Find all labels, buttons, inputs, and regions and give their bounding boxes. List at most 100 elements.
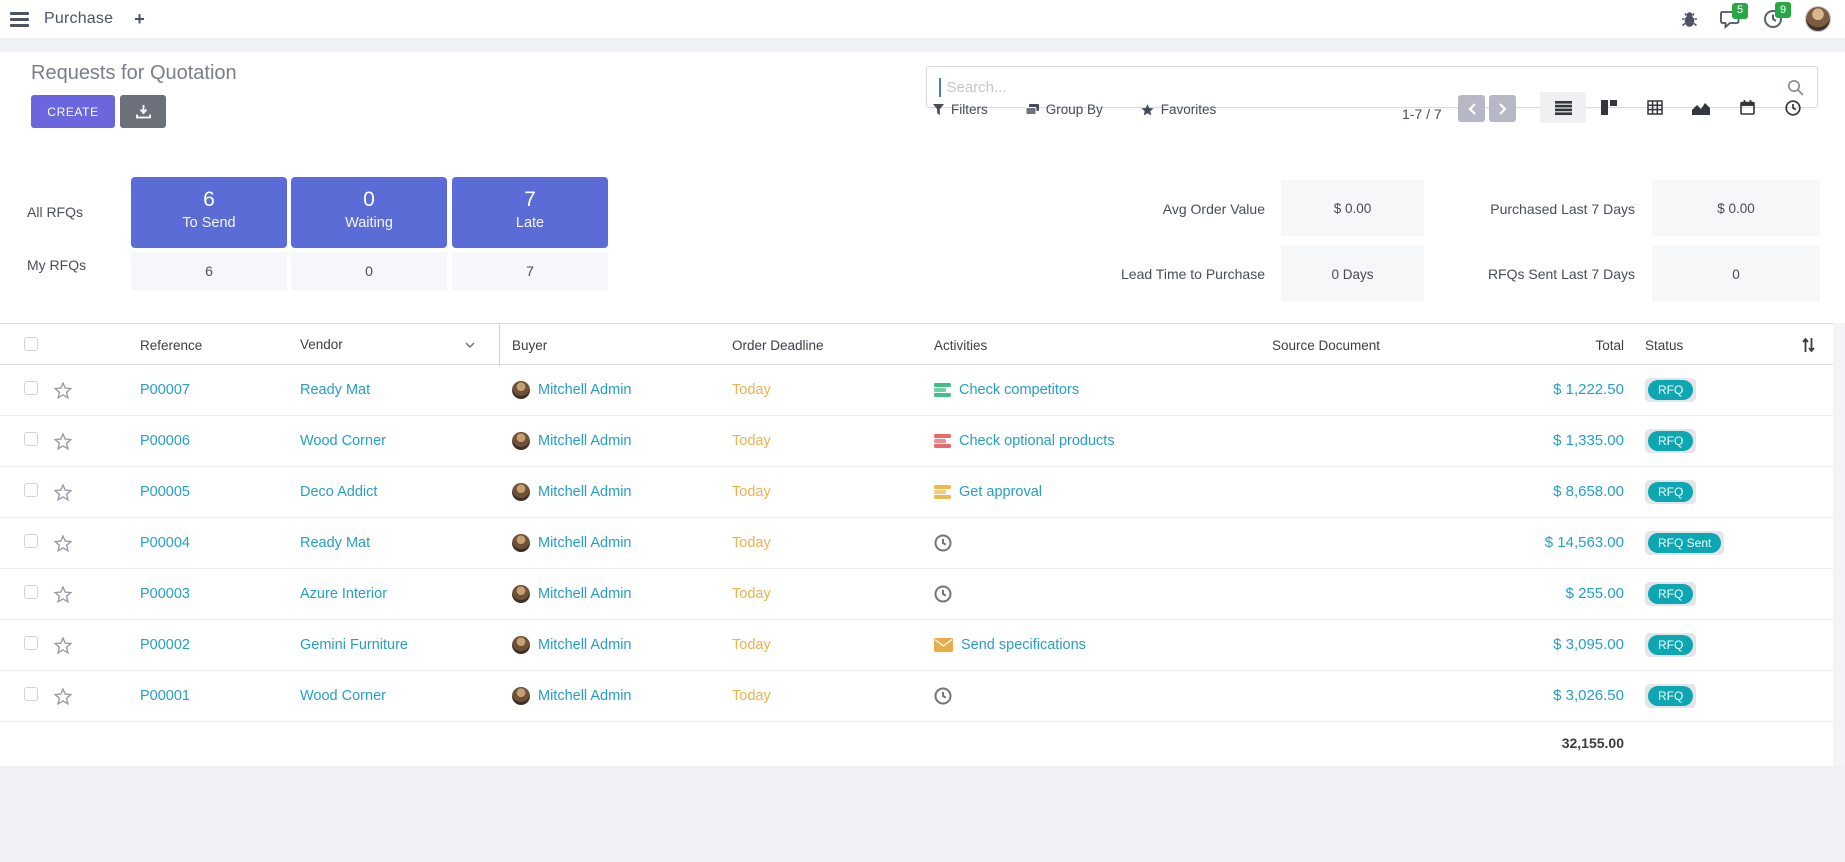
activity-tasks-icon[interactable] xyxy=(934,383,951,397)
plus-icon[interactable]: + xyxy=(134,10,145,28)
vendor-link[interactable]: Deco Addict xyxy=(300,484,377,500)
kanban-view-icon xyxy=(1601,100,1617,115)
favorite-star-icon[interactable] xyxy=(54,586,72,603)
buyer-link[interactable]: Mitchell Admin xyxy=(538,433,631,449)
activity-clock-icon[interactable] xyxy=(934,585,952,603)
favorite-star-icon[interactable] xyxy=(54,535,72,552)
buyer-link[interactable]: Mitchell Admin xyxy=(538,688,631,704)
favorite-star-icon[interactable] xyxy=(54,637,72,654)
activity-clock-icon[interactable] xyxy=(934,534,952,552)
buyer-avatar xyxy=(512,381,530,399)
select-all-checkbox[interactable] xyxy=(24,337,38,351)
activity-clock-icon[interactable] xyxy=(934,687,952,705)
activity-view-button[interactable] xyxy=(1770,92,1816,123)
graph-view-button[interactable] xyxy=(1678,92,1724,123)
activity-link[interactable]: Get approval xyxy=(959,484,1042,500)
filters-button[interactable]: Filters xyxy=(933,102,988,117)
status-badge: RFQ xyxy=(1648,686,1693,706)
header-activities[interactable]: Activities xyxy=(934,338,1214,353)
table-row[interactable]: P00007 Ready Mat Mitchell Admin Today Ch… xyxy=(0,365,1833,416)
favorite-star-icon[interactable] xyxy=(54,433,72,450)
header-reference[interactable]: Reference xyxy=(96,338,300,353)
row-checkbox[interactable] xyxy=(24,534,38,548)
header-vendor[interactable]: Vendor xyxy=(300,324,500,366)
list-scrollbar[interactable] xyxy=(1833,323,1845,766)
calendar-view-button[interactable] xyxy=(1724,92,1770,123)
export-button[interactable] xyxy=(120,95,166,128)
list-view-button[interactable] xyxy=(1540,92,1586,123)
activity-link[interactable]: Check optional products xyxy=(959,433,1115,449)
tile-waiting[interactable]: 0 Waiting xyxy=(291,177,447,248)
table-row[interactable]: P00005 Deco Addict Mitchell Admin Today … xyxy=(0,467,1833,518)
rfq-list: Reference Vendor Buyer Order Deadline Ac… xyxy=(0,323,1833,767)
group-by-button[interactable]: Group By xyxy=(1026,102,1103,117)
row-checkbox[interactable] xyxy=(24,381,38,395)
activity-tasks-icon[interactable] xyxy=(934,434,951,448)
pivot-view-icon xyxy=(1647,100,1663,115)
activity-clock-icon[interactable]: 9 xyxy=(1763,9,1783,29)
create-button[interactable]: CREATE xyxy=(31,95,115,128)
messages-icon[interactable]: 5 xyxy=(1720,10,1741,29)
header-status[interactable]: Status xyxy=(1634,338,1784,353)
reference-link[interactable]: P00003 xyxy=(140,586,190,602)
favorite-star-icon[interactable] xyxy=(54,382,72,399)
pager-previous-button[interactable] xyxy=(1458,95,1485,122)
table-row[interactable]: P00002 Gemini Furniture Mitchell Admin T… xyxy=(0,620,1833,671)
pivot-view-button[interactable] xyxy=(1632,92,1678,123)
table-row[interactable]: P00004 Ready Mat Mitchell Admin Today $ … xyxy=(0,518,1833,569)
favorites-button[interactable]: Favorites xyxy=(1141,102,1217,117)
pager-next-button[interactable] xyxy=(1489,95,1516,122)
activity-link[interactable]: Send specifications xyxy=(961,637,1086,653)
reference-link[interactable]: P00002 xyxy=(140,637,190,653)
my-waiting-count[interactable]: 0 xyxy=(291,252,447,290)
reference-link[interactable]: P00005 xyxy=(140,484,190,500)
user-avatar[interactable] xyxy=(1805,6,1831,32)
app-name[interactable]: Purchase xyxy=(44,10,113,28)
buyer-link[interactable]: Mitchell Admin xyxy=(538,535,631,551)
reference-link[interactable]: P00004 xyxy=(140,535,190,551)
my-to-send-count[interactable]: 6 xyxy=(131,252,287,290)
row-checkbox[interactable] xyxy=(24,432,38,446)
reference-link[interactable]: P00001 xyxy=(140,688,190,704)
menu-icon[interactable] xyxy=(10,12,29,27)
graph-view-icon xyxy=(1692,101,1710,115)
status-badge: RFQ xyxy=(1648,584,1693,604)
vendor-link[interactable]: Ready Mat xyxy=(300,535,370,551)
optional-columns-icon[interactable] xyxy=(1801,337,1816,353)
table-row[interactable]: P00001 Wood Corner Mitchell Admin Today … xyxy=(0,671,1833,722)
buyer-avatar xyxy=(512,432,530,450)
header-order-deadline[interactable]: Order Deadline xyxy=(732,338,934,353)
tile-to-send[interactable]: 6 To Send xyxy=(131,177,287,248)
buyer-link[interactable]: Mitchell Admin xyxy=(538,637,631,653)
activity-tasks-icon[interactable] xyxy=(934,485,951,499)
kanban-view-button[interactable] xyxy=(1586,92,1632,123)
table-row[interactable]: P00006 Wood Corner Mitchell Admin Today … xyxy=(0,416,1833,467)
row-checkbox[interactable] xyxy=(24,636,38,650)
vendor-link[interactable]: Azure Interior xyxy=(300,586,387,602)
table-row[interactable]: P00003 Azure Interior Mitchell Admin Tod… xyxy=(0,569,1833,620)
header-buyer[interactable]: Buyer xyxy=(500,338,732,353)
activity-link[interactable]: Check competitors xyxy=(959,382,1079,398)
buyer-link[interactable]: Mitchell Admin xyxy=(538,484,631,500)
activity-mail-icon[interactable] xyxy=(934,638,953,652)
vendor-link[interactable]: Ready Mat xyxy=(300,382,370,398)
header-source-document[interactable]: Source Document xyxy=(1214,338,1438,353)
row-checkbox[interactable] xyxy=(24,687,38,701)
favorite-star-icon[interactable] xyxy=(54,484,72,501)
my-late-count[interactable]: 7 xyxy=(452,252,608,290)
buyer-link[interactable]: Mitchell Admin xyxy=(538,382,631,398)
reference-link[interactable]: P00007 xyxy=(140,382,190,398)
row-checkbox[interactable] xyxy=(24,585,38,599)
view-switcher xyxy=(1540,92,1816,123)
tile-late[interactable]: 7 Late xyxy=(452,177,608,248)
buyer-link[interactable]: Mitchell Admin xyxy=(538,586,631,602)
vendor-link[interactable]: Wood Corner xyxy=(300,688,386,704)
vendor-link[interactable]: Wood Corner xyxy=(300,433,386,449)
row-checkbox[interactable] xyxy=(24,483,38,497)
favorite-star-icon[interactable] xyxy=(54,688,72,705)
bug-icon[interactable] xyxy=(1681,11,1698,28)
filters-label: Filters xyxy=(951,102,988,117)
header-total[interactable]: Total xyxy=(1438,338,1634,353)
reference-link[interactable]: P00006 xyxy=(140,433,190,449)
vendor-link[interactable]: Gemini Furniture xyxy=(300,637,408,653)
